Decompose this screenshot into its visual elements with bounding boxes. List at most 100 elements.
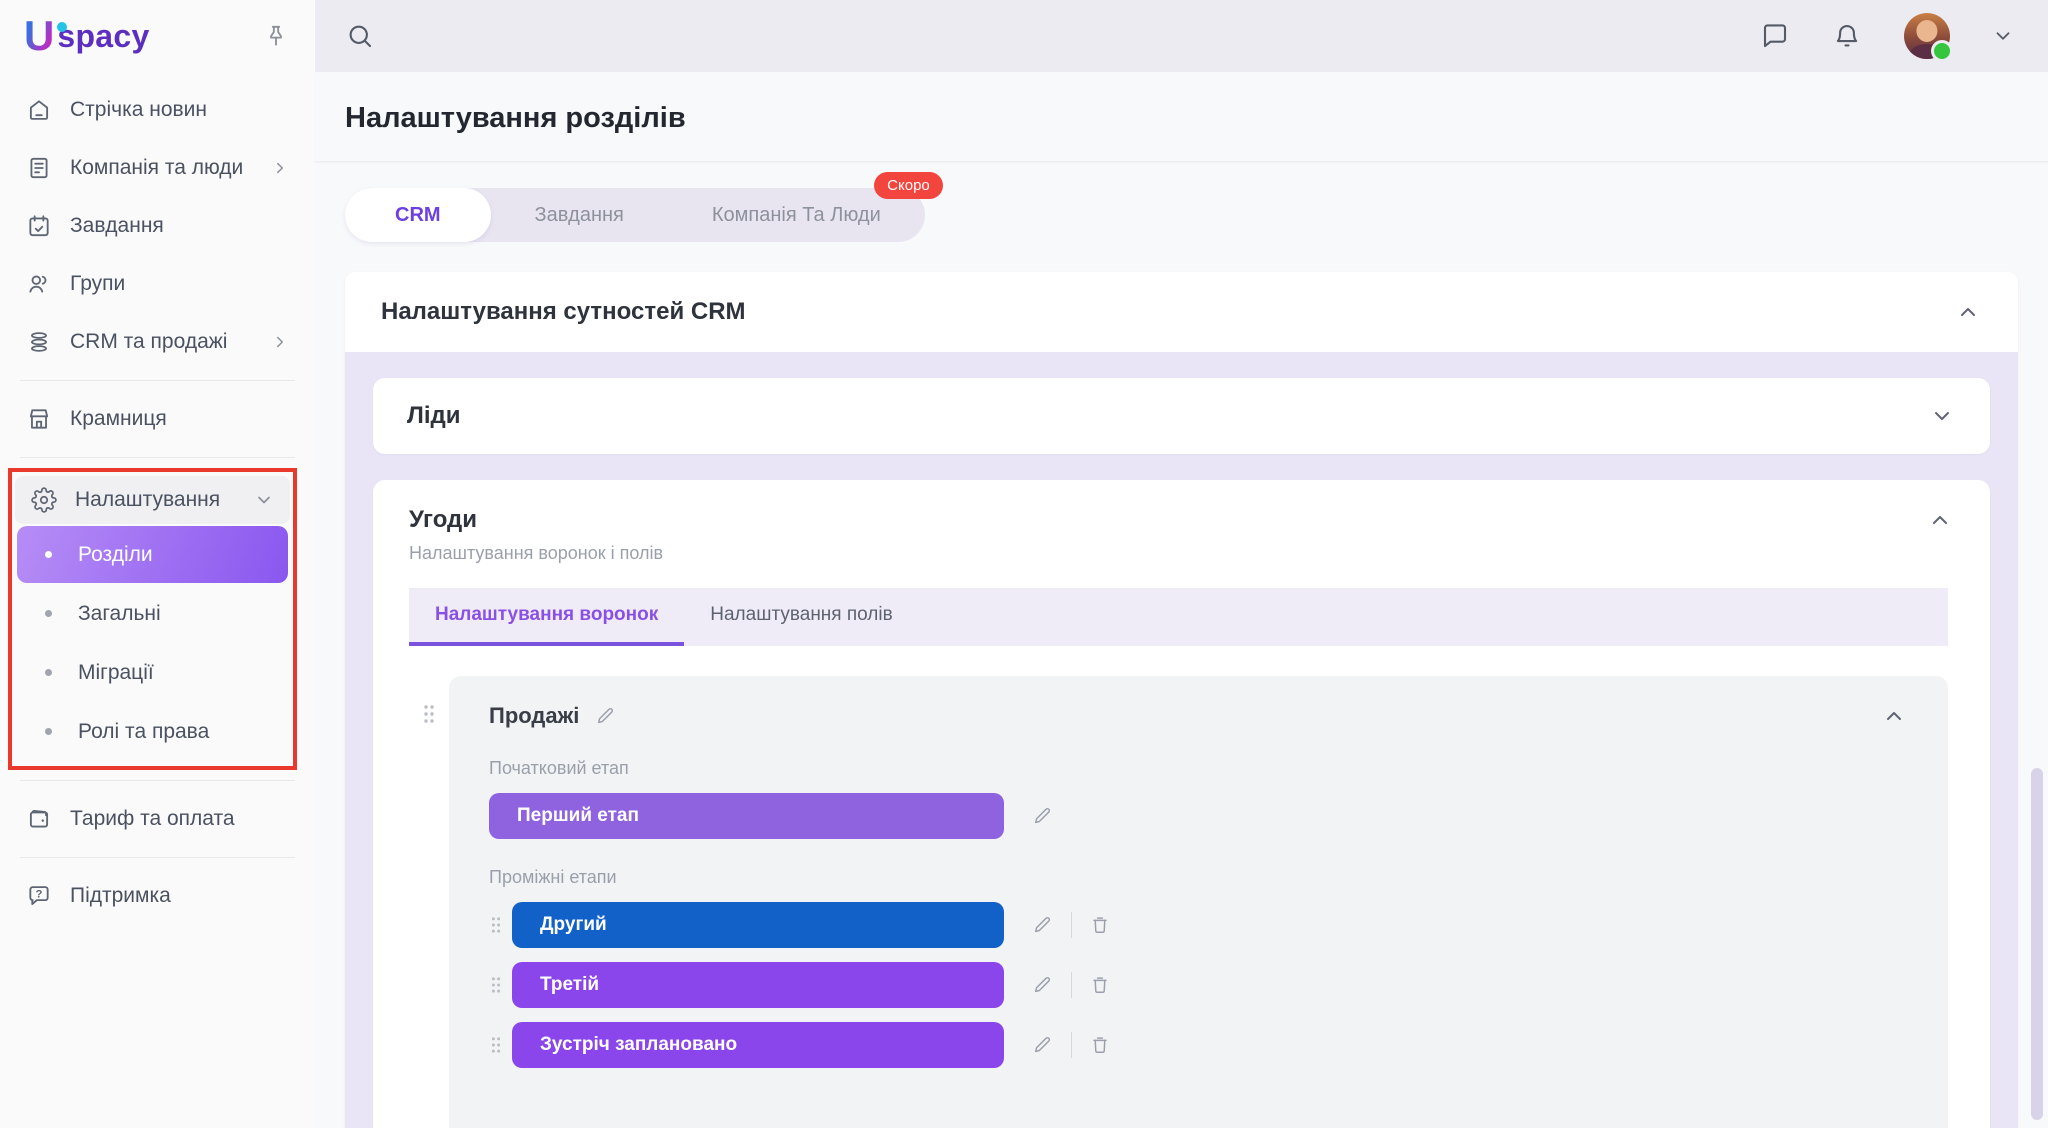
sidebar-item-marketplace[interactable]: Крамниця <box>8 391 307 447</box>
user-menu-button[interactable] <box>1992 25 2014 47</box>
tab-tasks[interactable]: Завдання <box>491 188 668 242</box>
logo-text: spacy <box>57 18 149 55</box>
bell-icon <box>1832 21 1862 51</box>
sidebar-item-label: Стрічка новин <box>70 98 289 122</box>
uspacy-logo[interactable]: U spacy <box>24 15 150 57</box>
sidebar-subitem-sections[interactable]: Розділи <box>17 526 288 583</box>
svg-text:?: ? <box>36 889 43 901</box>
drag-handle-icon <box>421 702 437 726</box>
stage-drag-handle[interactable] <box>489 1034 503 1056</box>
sidebar-item-tasks[interactable]: Завдання <box>8 198 307 254</box>
sidebar-item-label: Групи <box>70 272 289 296</box>
sidebar-item-groups[interactable]: Групи <box>8 256 307 312</box>
divider <box>1071 1032 1072 1058</box>
funnel-header: Продажі <box>489 702 1908 730</box>
sidebar-item-tariff-payment[interactable]: Тариф та оплата <box>8 791 307 847</box>
leads-accordion[interactable]: Ліди <box>373 378 1990 454</box>
users-icon <box>26 271 52 297</box>
edit-stage-button[interactable] <box>1030 803 1056 829</box>
section-tabs: CRM Завдання Компанія Та Люди Скоро <box>345 188 925 242</box>
collapse-funnel-button[interactable] <box>1880 702 1908 730</box>
logo-mark: U <box>24 15 54 57</box>
pin-sidebar-button[interactable] <box>259 19 293 53</box>
sidebar-subitem-label: Розділи <box>78 543 153 567</box>
sidebar-item-news-feed[interactable]: Стрічка новин <box>8 82 307 138</box>
collapse-section-button[interactable] <box>1954 298 1982 326</box>
delete-stage-button[interactable] <box>1087 912 1113 938</box>
sidebar-subitem-label: Міграції <box>78 661 154 685</box>
sidebar-subitem-label: Загальні <box>78 602 161 626</box>
stage-drag-handle[interactable] <box>489 914 503 936</box>
funnel-drag-handle[interactable] <box>409 676 449 1128</box>
pencil-icon <box>1032 914 1054 936</box>
divider <box>20 380 295 381</box>
collapse-deals-button[interactable] <box>1926 506 1954 534</box>
initial-stage-label: Початковий етап <box>489 758 1908 779</box>
deals-tabs-strip: Налаштування воронок Налаштування полів <box>409 588 1948 646</box>
scrollbar-thumb[interactable] <box>2031 768 2043 1120</box>
search-button[interactable] <box>345 21 375 51</box>
crm-entities-settings-card: Налаштування сутностей CRM Ліди <box>345 272 2018 1128</box>
edit-funnel-name-button[interactable] <box>593 703 619 729</box>
stage-first[interactable]: Перший етап <box>489 793 1004 839</box>
stage-second[interactable]: Другий <box>512 902 1004 948</box>
search-icon <box>345 21 375 51</box>
expand-leads-button[interactable] <box>1928 402 1956 430</box>
divider <box>1071 972 1072 998</box>
sidebar: U spacy Стрічка новин Комп <box>0 0 315 1128</box>
sidebar-item-label: Налаштування <box>75 488 236 512</box>
edit-stage-button[interactable] <box>1030 1032 1056 1058</box>
notifications-button[interactable] <box>1832 21 1862 51</box>
edit-stage-button[interactable] <box>1030 912 1056 938</box>
sidebar-subitem-label: Ролі та права <box>78 720 209 744</box>
delete-stage-button[interactable] <box>1087 972 1113 998</box>
online-status-dot <box>1931 40 1953 62</box>
chevron-down-icon <box>254 490 274 510</box>
sidebar-subitem-migrations[interactable]: Міграції <box>17 644 288 701</box>
trash-icon <box>1089 1034 1111 1056</box>
crm-entities-header[interactable]: Налаштування сутностей CRM <box>345 272 2018 352</box>
stage-meeting-scheduled[interactable]: Зустріч заплановано <box>512 1022 1004 1068</box>
sidebar-item-label: Тариф та оплата <box>70 807 289 831</box>
funnel-card: Продажі <box>449 676 1948 1128</box>
sidebar-item-label: Завдання <box>70 214 289 238</box>
deals-title: Угоди <box>409 506 1926 534</box>
sidebar-item-label: Компанія та люди <box>70 156 253 180</box>
tab-fields-settings[interactable]: Налаштування полів <box>684 588 918 646</box>
bullet-dot <box>45 669 52 676</box>
delete-stage-button[interactable] <box>1087 1032 1113 1058</box>
chevron-down-icon <box>1992 25 2014 47</box>
edit-stage-button[interactable] <box>1030 972 1056 998</box>
sidebar-item-crm-sales[interactable]: CRM та продажі <box>8 314 307 370</box>
stage-row: Другий <box>489 902 1908 948</box>
sidebar-item-settings[interactable]: Налаштування <box>15 476 290 524</box>
chat-button[interactable] <box>1760 21 1790 51</box>
home-icon <box>26 97 52 123</box>
divider <box>1071 912 1072 938</box>
sidebar-subitem-roles-rights[interactable]: Ролі та права <box>17 703 288 760</box>
avatar[interactable] <box>1904 13 1950 59</box>
annotation-highlight-box: Налаштування Розділи Загальні Міграції <box>8 468 297 770</box>
chat-icon <box>1760 21 1790 51</box>
deals-subtitle: Налаштування воронок і полів <box>373 534 1990 564</box>
sidebar-subitem-general[interactable]: Загальні <box>17 585 288 642</box>
sidebar-item-support[interactable]: ? Підтримка <box>8 868 307 924</box>
tab-crm[interactable]: CRM <box>345 188 491 242</box>
funnel-name: Продажі <box>489 703 579 729</box>
stage-drag-handle[interactable] <box>489 974 503 996</box>
stage-third[interactable]: Третій <box>512 962 1004 1008</box>
page: Налаштування розділів CRM Завдання Компа… <box>315 72 2048 1128</box>
soon-badge: Скоро <box>874 172 943 199</box>
deals-accordion: Угоди Налаштування воронок і полів Налаш… <box>373 480 1990 1128</box>
calendar-check-icon <box>26 213 52 239</box>
drag-handle-icon <box>489 914 503 936</box>
pencil-icon <box>1032 974 1054 996</box>
pencil-icon <box>1032 805 1054 827</box>
funnel-zone: Продажі <box>373 646 1990 1128</box>
sidebar-item-company-people[interactable]: Компанія та люди <box>8 140 307 196</box>
tab-funnel-settings[interactable]: Налаштування воронок <box>409 588 684 646</box>
building-icon <box>26 155 52 181</box>
chevron-down-icon <box>1930 404 1954 428</box>
stage-row: Третій <box>489 962 1908 1008</box>
pencil-icon <box>1032 1034 1054 1056</box>
